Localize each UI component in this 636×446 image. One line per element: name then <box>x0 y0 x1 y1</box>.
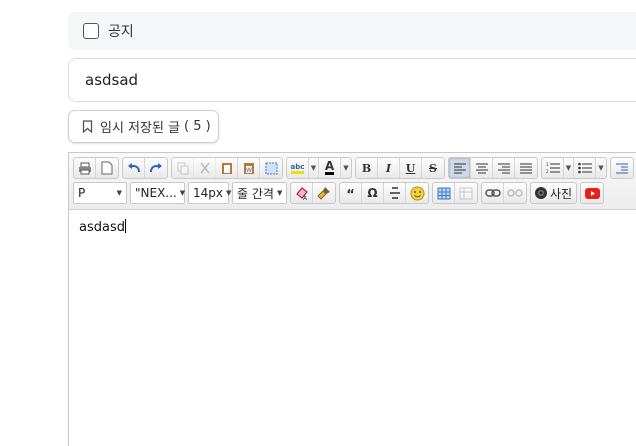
font-color-icon[interactable]: A <box>319 158 341 178</box>
editor-text: asdasd <box>79 220 125 235</box>
line-height-select[interactable]: 줄 간격 ▼ <box>232 182 287 204</box>
format-painter-icon[interactable] <box>313 183 335 203</box>
title-input[interactable]: asdsad <box>68 58 636 102</box>
notice-row: 공지 <box>68 12 636 50</box>
paste-word-icon[interactable]: W <box>238 158 260 178</box>
strikethrough-button[interactable]: S <box>422 158 444 178</box>
select-all-icon[interactable] <box>260 158 282 178</box>
undo-icon[interactable] <box>123 158 145 178</box>
eraser-icon[interactable]: A <box>291 183 313 203</box>
notice-label: 공지 <box>108 24 134 40</box>
paste-icon[interactable] <box>216 158 238 178</box>
text-caret <box>124 219 126 233</box>
ordered-list-icon[interactable]: 12 <box>542 158 564 178</box>
temp-saved-count: ( 5 ) <box>184 119 211 134</box>
bold-button[interactable]: B <box>356 158 378 178</box>
emoticon-icon[interactable] <box>406 183 428 203</box>
print-icon[interactable] <box>74 158 96 178</box>
notice-checkbox[interactable] <box>83 23 99 39</box>
highlight-dropdown-icon[interactable]: ▼ <box>309 158 319 178</box>
new-document-icon[interactable] <box>96 158 118 178</box>
photo-label: 사진 <box>550 186 573 201</box>
temp-saved-button[interactable]: 임시 저장된 글 ( 5 ) <box>68 110 219 143</box>
editor-toolbar: W abc ▼ A ▼ B I U S 1 2 ▼ ▼ P ▼ "NEX... … <box>69 153 636 210</box>
table-icon[interactable] <box>433 183 455 203</box>
bookmark-icon <box>82 120 93 133</box>
table-edit-icon[interactable] <box>455 183 477 203</box>
svg-text:1: 1 <box>546 162 549 167</box>
editor-content[interactable]: asdasd <box>69 210 636 244</box>
copy-icon[interactable] <box>172 158 194 178</box>
align-left-icon[interactable] <box>449 158 471 178</box>
italic-button[interactable]: I <box>378 158 400 178</box>
svg-text:2: 2 <box>546 169 549 174</box>
blockquote-icon[interactable]: “ <box>340 183 362 203</box>
underline-button[interactable]: U <box>400 158 422 178</box>
align-justify-icon[interactable] <box>515 158 537 178</box>
unordered-list-icon[interactable] <box>574 158 596 178</box>
align-center-icon[interactable] <box>471 158 493 178</box>
unlink-icon[interactable] <box>504 183 526 203</box>
unordered-list-dropdown-icon[interactable]: ▼ <box>596 158 606 178</box>
photo-button[interactable]: 사진 <box>530 182 577 204</box>
camera-icon <box>535 187 547 199</box>
cut-icon[interactable] <box>194 158 216 178</box>
link-icon[interactable] <box>482 183 504 203</box>
font-size-select[interactable]: 14px ▼ <box>188 182 231 204</box>
ordered-list-dropdown-icon[interactable]: ▼ <box>564 158 574 178</box>
svg-text:A: A <box>303 195 308 200</box>
title-value: asdsad <box>85 71 139 89</box>
rich-text-editor: W abc ▼ A ▼ B I U S 1 2 ▼ ▼ P ▼ "NEX... … <box>68 152 636 446</box>
horizontal-rule-icon[interactable] <box>384 183 406 203</box>
format-block-select[interactable]: P ▼ <box>73 182 127 204</box>
indent-icon[interactable] <box>611 158 633 178</box>
special-char-icon[interactable]: Ω <box>362 183 384 203</box>
svg-text:W: W <box>246 167 252 174</box>
font-color-dropdown-icon[interactable]: ▼ <box>341 158 351 178</box>
redo-icon[interactable] <box>145 158 167 178</box>
youtube-icon[interactable] <box>581 183 603 203</box>
temp-saved-label: 임시 저장된 글 <box>100 121 181 136</box>
highlight-icon[interactable]: abc <box>287 158 309 178</box>
font-family-select[interactable]: "NEX... ▼ <box>130 182 185 204</box>
align-right-icon[interactable] <box>493 158 515 178</box>
